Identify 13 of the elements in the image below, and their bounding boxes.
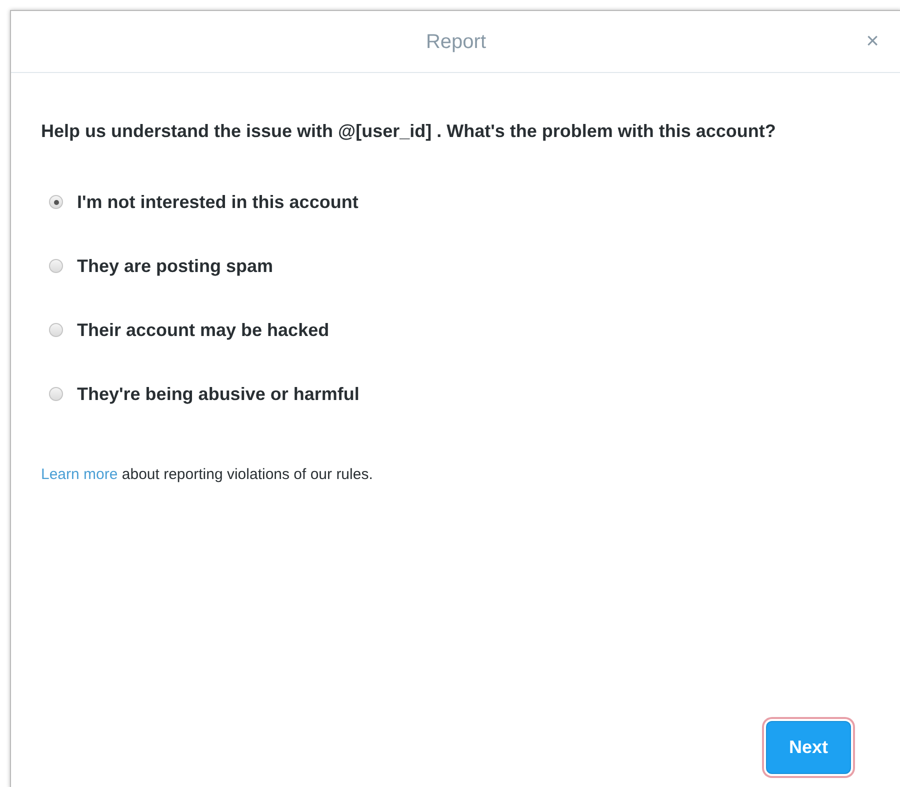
dialog-title: Report: [426, 30, 486, 54]
option-label: Their account may be hacked: [77, 318, 330, 342]
option-label: They're being abusive or harmful: [77, 382, 360, 406]
learn-more-link[interactable]: Learn more: [41, 466, 118, 484]
option-label: They are posting spam: [77, 254, 274, 278]
radio-button[interactable]: [49, 259, 63, 274]
close-button[interactable]: ×: [862, 28, 883, 54]
option-label: I'm not interested in this account: [77, 190, 358, 214]
radio-button[interactable]: [49, 195, 63, 210]
radio-button[interactable]: [49, 387, 63, 402]
radio-button[interactable]: [49, 323, 63, 338]
footer-note: Learn more about reporting violations of our rules.: [41, 465, 374, 486]
question-text: Help us understand the issue with @[user_id] . What's the problem with this account?: [41, 120, 777, 143]
